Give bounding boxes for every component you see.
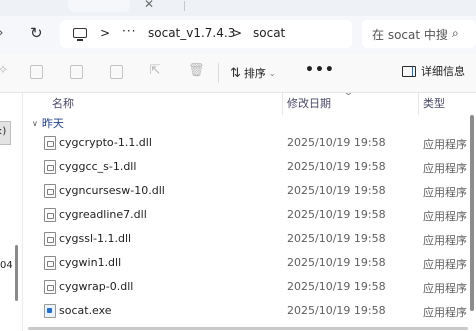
search-placeholder[interactable]: 在 socat 中搜 bbox=[372, 26, 448, 43]
file-name: cygwrap-0.dll bbox=[59, 280, 134, 293]
share-icon[interactable]: ⇱ bbox=[148, 64, 162, 78]
new-icon[interactable]: ✧ bbox=[0, 64, 10, 78]
tab-divider bbox=[184, 1, 185, 11]
file-row[interactable]: cygcrypto-1.1.dll 2025/10/19 19:58 应用程序扩… bbox=[22, 131, 472, 155]
file-type: 应用程序 bbox=[423, 306, 467, 319]
dll-file-icon bbox=[44, 232, 56, 246]
file-type: 应用程序扩展 bbox=[423, 162, 467, 175]
file-type: 应用程序扩展 bbox=[423, 186, 467, 199]
horizontal-scrollbar[interactable] bbox=[28, 327, 468, 330]
file-row[interactable]: cygwin1.dll 2025/10/19 19:58 应用程序扩展 bbox=[22, 251, 472, 275]
file-row[interactable]: cygreadline7.dll 2025/10/19 19:58 应用程序扩展 bbox=[22, 203, 472, 227]
file-name: socat.exe bbox=[59, 304, 112, 317]
rename-icon[interactable] bbox=[110, 65, 123, 79]
delete-icon[interactable]: 🗑 bbox=[188, 64, 205, 78]
sort-label: 排序 bbox=[243, 67, 266, 80]
group-label: 昨天 bbox=[41, 117, 64, 130]
column-divider[interactable] bbox=[282, 93, 283, 115]
search-box[interactable]: 在 socat 中搜 ⌕ bbox=[362, 20, 476, 48]
column-header-type[interactable]: 类型 bbox=[423, 95, 445, 111]
column-header-name[interactable]: 名称 bbox=[52, 95, 74, 111]
file-row[interactable]: cygssl-1.1.dll 2025/10/19 19:58 应用程序扩展 bbox=[22, 227, 472, 251]
sort-icon: ⇅ bbox=[230, 65, 241, 81]
file-row[interactable]: cygwrap-0.dll 2025/10/19 19:58 应用程序扩展 bbox=[22, 275, 472, 299]
file-type: 应用程序扩展 bbox=[423, 210, 467, 223]
computer-icon[interactable] bbox=[73, 28, 87, 41]
breadcrumb-separator[interactable]: > bbox=[232, 26, 242, 40]
file-type: 应用程序扩展 bbox=[423, 282, 467, 295]
file-list: 名称 ⌄ 修改日期 类型 ∨ 昨天 cygcrypto-1.1.dll 2025… bbox=[22, 88, 476, 331]
file-name: cygreadline7.dll bbox=[59, 208, 147, 221]
chevron-down-icon: ⌄ bbox=[268, 68, 276, 78]
file-name: cyggcc_s-1.dll bbox=[59, 160, 137, 173]
more-options-button[interactable]: ••• bbox=[305, 62, 335, 78]
file-date: 2025/10/19 19:58 bbox=[287, 160, 386, 173]
file-row[interactable]: socat.exe 2025/10/19 19:58 应用程序 bbox=[22, 299, 472, 323]
details-label: 详细信息 bbox=[421, 65, 465, 78]
file-row[interactable]: cyggcc_s-1.dll 2025/10/19 19:58 应用程序扩展 bbox=[22, 155, 472, 179]
nav-selected-label: :) bbox=[0, 126, 7, 137]
tab-close-icon[interactable]: ✕ bbox=[144, 0, 154, 11]
details-pane-icon bbox=[402, 65, 416, 77]
back-icon[interactable]: › bbox=[0, 25, 4, 41]
sort-indicator-icon: ⌄ bbox=[342, 88, 354, 97]
tab-fragment[interactable]: ✕ bbox=[68, 0, 185, 12]
file-type: 应用程序扩展 bbox=[423, 258, 467, 271]
nav-selected-item[interactable]: :) bbox=[0, 121, 11, 145]
file-row[interactable]: cygncursesw-10.dll 2025/10/19 19:58 应用程序… bbox=[22, 179, 472, 203]
file-date: 2025/10/19 19:58 bbox=[287, 232, 386, 245]
copy-icon[interactable] bbox=[30, 65, 43, 79]
file-name: cygssl-1.1.dll bbox=[59, 232, 132, 245]
exe-file-icon bbox=[44, 304, 56, 318]
command-bar: ✧ ⇱ 🗑 ⇅ 排序 ⌄ ••• 详细信息 bbox=[0, 54, 476, 93]
breadcrumb-ellipsis[interactable]: ··· bbox=[122, 24, 136, 38]
paste-icon[interactable] bbox=[70, 65, 83, 79]
file-name: cygcrypto-1.1.dll bbox=[59, 136, 152, 149]
chevron-down-icon: ∨ bbox=[32, 118, 38, 128]
tab-strip: ✕ bbox=[0, 0, 476, 16]
dll-file-icon bbox=[44, 208, 56, 222]
file-type: 应用程序扩展 bbox=[423, 138, 467, 151]
toolbar-divider bbox=[218, 63, 219, 83]
navigation-pane: :) 04 bbox=[0, 93, 23, 331]
column-divider[interactable] bbox=[418, 93, 419, 115]
file-date: 2025/10/19 19:58 bbox=[287, 280, 386, 293]
sort-button[interactable]: ⇅ 排序 ⌄ bbox=[230, 63, 276, 83]
file-date: 2025/10/19 19:58 bbox=[287, 208, 386, 221]
address-row: › ↻ > ··· socat_v1.7.4.3 > socat 在 socat… bbox=[0, 16, 476, 54]
breadcrumb-separator[interactable]: > bbox=[100, 26, 110, 40]
vertical-scrollbar[interactable] bbox=[470, 115, 474, 311]
dll-file-icon bbox=[44, 256, 56, 270]
dll-file-icon bbox=[44, 160, 56, 174]
file-date: 2025/10/19 19:58 bbox=[287, 304, 386, 317]
column-header-date[interactable]: 修改日期 bbox=[287, 95, 331, 111]
breadcrumb-socat-version[interactable]: socat_v1.7.4.3 bbox=[148, 26, 235, 40]
details-pane-button[interactable]: 详细信息 bbox=[402, 63, 465, 79]
file-date: 2025/10/19 19:58 bbox=[287, 256, 386, 269]
file-date: 2025/10/19 19:58 bbox=[287, 184, 386, 197]
file-name: cygncursesw-10.dll bbox=[59, 184, 165, 197]
nav-item-label[interactable]: 04 bbox=[0, 260, 13, 271]
breadcrumb-socat[interactable]: socat bbox=[253, 26, 285, 40]
dll-file-icon bbox=[44, 136, 56, 150]
dll-file-icon bbox=[44, 280, 56, 294]
nav-scrollbar[interactable] bbox=[15, 245, 18, 301]
refresh-icon[interactable]: ↻ bbox=[30, 24, 43, 42]
file-date: 2025/10/19 19:58 bbox=[287, 136, 386, 149]
group-header-yesterday[interactable]: ∨ 昨天 bbox=[32, 115, 64, 131]
file-type: 应用程序扩展 bbox=[423, 234, 467, 247]
search-icon[interactable]: ⌕ bbox=[452, 26, 459, 41]
file-name: cygwin1.dll bbox=[59, 256, 122, 269]
address-bar[interactable]: > ··· socat_v1.7.4.3 > socat bbox=[60, 20, 352, 48]
dll-file-icon bbox=[44, 184, 56, 198]
